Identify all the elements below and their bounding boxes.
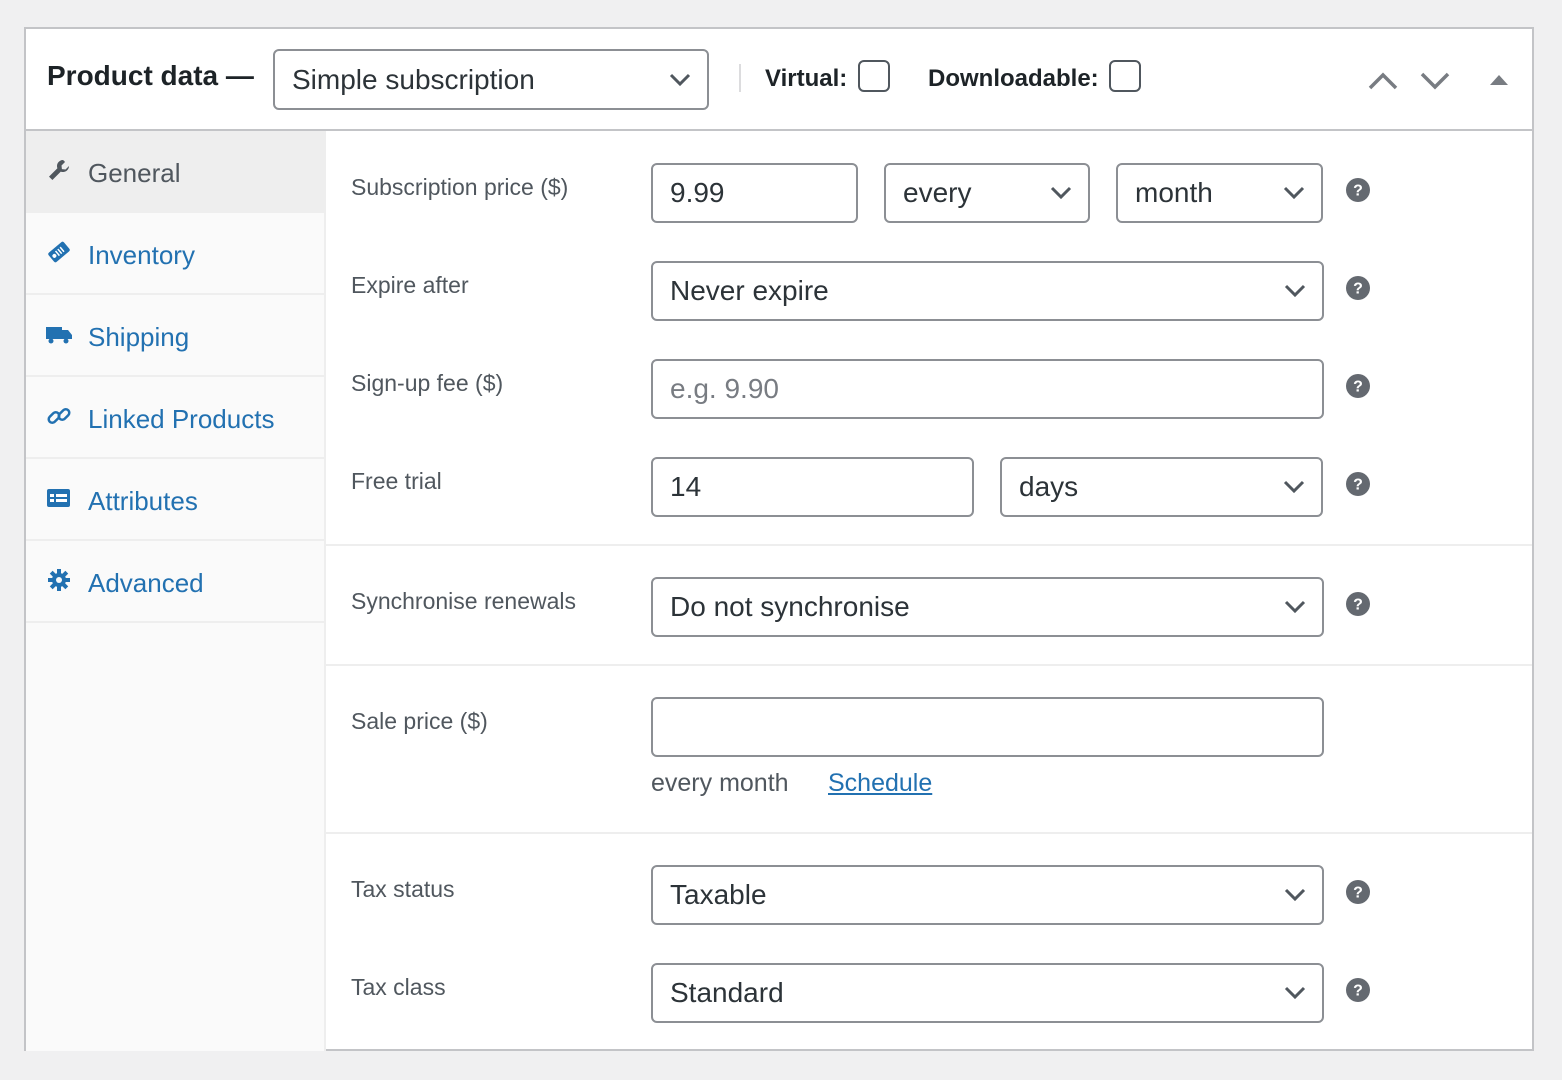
tab-attributes[interactable]: Attributes xyxy=(26,459,324,541)
virtual-checkbox[interactable] xyxy=(858,60,890,92)
chevron-down-icon xyxy=(1284,888,1306,902)
help-icon[interactable]: ? xyxy=(1346,178,1370,202)
gear-icon xyxy=(46,567,72,593)
expire-after-select[interactable]: Never expire xyxy=(651,261,1324,321)
svg-text:?: ? xyxy=(1353,885,1363,902)
svg-text:?: ? xyxy=(1353,983,1363,1000)
list-icon xyxy=(46,485,72,511)
tag-icon xyxy=(46,239,72,265)
chevron-down-icon xyxy=(1420,72,1450,90)
sale-price-input[interactable] xyxy=(651,697,1324,757)
tab-linked-products-label: Linked Products xyxy=(88,404,275,434)
synchronise-renewals-select[interactable]: Do not synchronise xyxy=(651,577,1324,637)
chevron-down-icon xyxy=(1284,284,1306,298)
sale-price-label: Sale price ($) xyxy=(351,708,488,734)
help-icon[interactable]: ? xyxy=(1346,374,1370,398)
expire-after-value: Never expire xyxy=(670,275,829,306)
svg-text:?: ? xyxy=(1353,379,1363,396)
tax-status-label: Tax status xyxy=(351,876,455,902)
expire-after-label: Expire after xyxy=(351,272,469,298)
section-divider xyxy=(326,544,1532,546)
help-icon[interactable]: ? xyxy=(1346,276,1370,300)
tax-status-select[interactable]: Taxable xyxy=(651,865,1324,925)
billing-period-select[interactable]: month xyxy=(1116,163,1323,223)
signup-fee-input[interactable]: e.g. 9.90 xyxy=(651,359,1324,419)
tab-linked-products[interactable]: Linked Products xyxy=(26,377,324,459)
svg-text:?: ? xyxy=(1353,477,1363,494)
tab-inventory[interactable]: Inventory xyxy=(26,213,324,295)
product-data-panel: Product data — Simple subscription Virtu… xyxy=(24,27,1534,1051)
move-up-button[interactable] xyxy=(1366,66,1400,94)
chevron-up-icon xyxy=(1368,72,1398,90)
tab-general-label: General xyxy=(88,158,181,188)
chevron-down-icon xyxy=(1284,600,1306,614)
svg-text:?: ? xyxy=(1353,183,1363,200)
toggle-panel-button[interactable] xyxy=(1482,66,1516,94)
free-trial-period-value: days xyxy=(1019,471,1079,502)
product-data-tabs: General Inventory Shipping Linked Produc… xyxy=(26,131,326,1051)
synchronise-renewals-value: Do not synchronise xyxy=(670,591,910,622)
tax-class-label: Tax class xyxy=(351,974,446,1000)
free-trial-length-value: 14 xyxy=(670,471,702,502)
tax-class-value: Standard xyxy=(670,977,784,1008)
signup-fee-placeholder: e.g. 9.90 xyxy=(670,373,779,404)
tab-shipping-label: Shipping xyxy=(88,322,190,352)
product-type-select[interactable]: Simple subscription xyxy=(273,49,709,110)
billing-interval-value: every xyxy=(903,177,972,208)
move-down-button[interactable] xyxy=(1418,66,1452,94)
link-icon xyxy=(46,403,72,429)
schedule-link[interactable]: Schedule xyxy=(828,769,932,798)
tab-general[interactable]: General xyxy=(26,131,324,213)
panel-title: Product data — xyxy=(47,60,254,91)
svg-text:?: ? xyxy=(1353,281,1363,298)
help-icon[interactable]: ? xyxy=(1346,472,1370,496)
subscription-price-input[interactable]: 9.99 xyxy=(651,163,858,223)
virtual-label: Virtual: xyxy=(765,65,848,92)
section-divider xyxy=(326,832,1532,834)
truck-icon xyxy=(46,321,72,347)
sale-price-description: every month xyxy=(651,769,789,797)
tab-advanced[interactable]: Advanced xyxy=(26,541,324,623)
help-icon[interactable]: ? xyxy=(1346,880,1370,904)
chevron-down-icon xyxy=(1283,480,1305,494)
section-divider xyxy=(326,664,1532,666)
subscription-price-value: 9.99 xyxy=(670,177,725,208)
chevron-down-icon xyxy=(1050,186,1072,200)
header-separator xyxy=(739,64,741,92)
help-icon[interactable]: ? xyxy=(1346,978,1370,1002)
wrench-icon xyxy=(46,157,72,183)
product-type-value: Simple subscription xyxy=(292,63,535,95)
panel-header: Product data — Simple subscription Virtu… xyxy=(26,29,1532,131)
synchronise-renewals-label: Synchronise renewals xyxy=(351,588,577,614)
general-panel: Subscription price ($) 9.99 every month … xyxy=(326,131,1532,1051)
tab-attributes-label: Attributes xyxy=(88,486,198,516)
chevron-down-icon xyxy=(1283,186,1305,200)
free-trial-label: Free trial xyxy=(351,468,442,494)
billing-interval-select[interactable]: every xyxy=(884,163,1090,223)
downloadable-checkbox[interactable] xyxy=(1109,60,1141,92)
tab-advanced-label: Advanced xyxy=(88,568,204,598)
tab-shipping[interactable]: Shipping xyxy=(26,295,324,377)
free-trial-period-select[interactable]: days xyxy=(1000,457,1323,517)
downloadable-label: Downloadable: xyxy=(928,65,1099,92)
chevron-down-icon xyxy=(669,73,691,87)
tab-inventory-label: Inventory xyxy=(88,240,195,270)
signup-fee-label: Sign-up fee ($) xyxy=(351,370,504,396)
tax-status-value: Taxable xyxy=(670,879,767,910)
billing-period-value: month xyxy=(1135,177,1213,208)
triangle-up-icon xyxy=(1490,75,1508,85)
tax-class-select[interactable]: Standard xyxy=(651,963,1324,1023)
free-trial-length-input[interactable]: 14 xyxy=(651,457,974,517)
help-icon[interactable]: ? xyxy=(1346,592,1370,616)
chevron-down-icon xyxy=(1284,986,1306,1000)
svg-text:?: ? xyxy=(1353,597,1363,614)
subscription-price-label: Subscription price ($) xyxy=(351,174,569,200)
